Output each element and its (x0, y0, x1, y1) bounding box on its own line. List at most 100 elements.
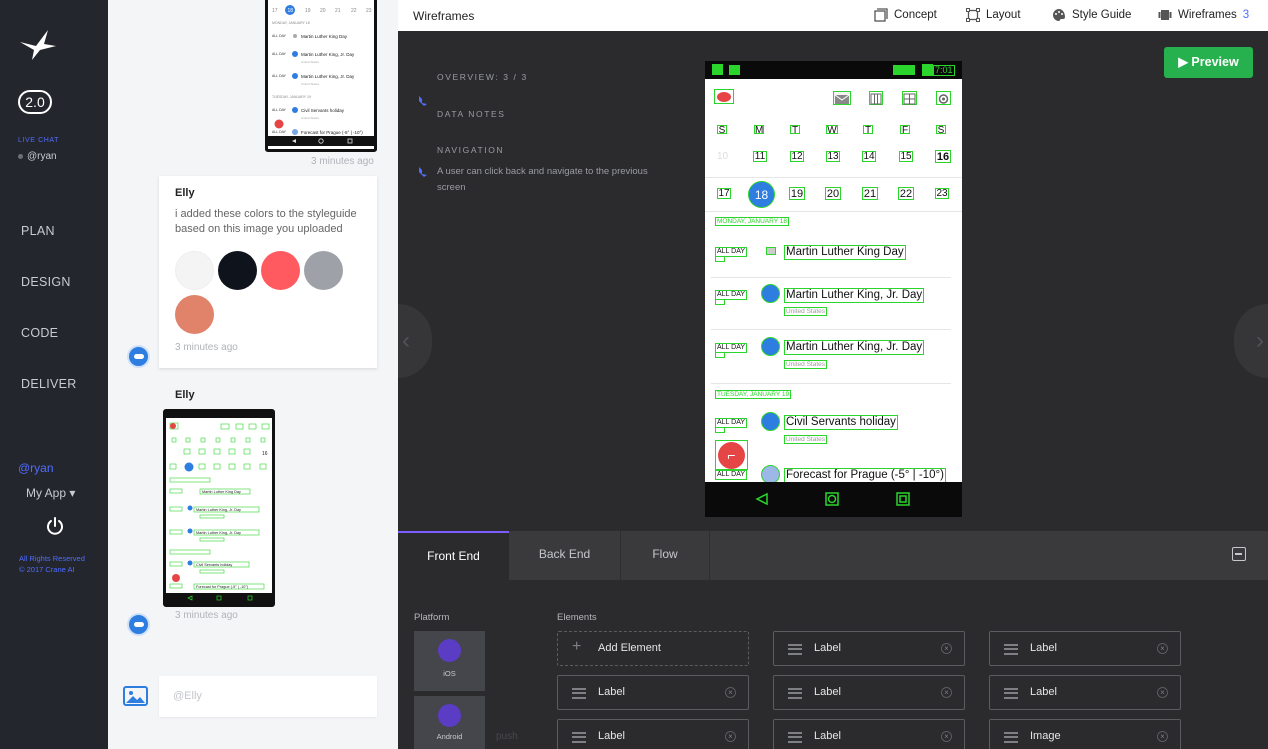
calendar-day[interactable]: 22 (898, 187, 914, 200)
message-text: i added these colors to the styleguide b… (175, 208, 357, 235)
event-title[interactable]: Martin Luther King, Jr. Day (784, 288, 925, 303)
element-item[interactable]: Label × (557, 675, 749, 710)
color-swatch[interactable] (175, 251, 214, 290)
elements-label: Elements (557, 612, 597, 623)
element-item[interactable]: Label × (989, 675, 1181, 710)
tab-wireframes[interactable]: Wireframes 3 (1158, 8, 1249, 22)
calendar-day[interactable]: 12 (790, 151, 804, 162)
remove-icon[interactable]: × (941, 687, 952, 698)
mail-icon[interactable] (833, 91, 851, 105)
color-swatch[interactable] (218, 251, 257, 290)
calendar-day[interactable]: 13 (826, 151, 840, 162)
pin-icon[interactable] (418, 95, 428, 107)
svg-text:18: 18 (288, 8, 294, 14)
home-icon[interactable] (825, 492, 839, 506)
svg-text:Civil Servants holiday: Civil Servants holiday (196, 563, 232, 567)
calendar-day[interactable]: 19 (789, 187, 805, 200)
preview-button[interactable]: ▶ Preview (1164, 47, 1253, 78)
remove-icon[interactable]: × (1157, 731, 1168, 742)
remove-icon[interactable]: × (1157, 643, 1168, 654)
overview-label: OVERVIEW: 3 / 3 (437, 72, 528, 82)
calendar-day[interactable]: 20 (825, 187, 841, 200)
back-icon[interactable] (755, 492, 769, 506)
element-item[interactable]: Label × (557, 719, 749, 749)
element-item[interactable]: Label × (773, 631, 965, 666)
drag-handle-icon[interactable] (572, 688, 586, 699)
app-selector[interactable]: My App ▾ (26, 486, 75, 500)
remove-icon[interactable]: × (725, 731, 736, 742)
drag-handle-icon[interactable] (1004, 644, 1018, 655)
app-icon-box[interactable] (714, 89, 734, 104)
calendar-day[interactable]: 16 (935, 150, 951, 163)
svg-text:ALL DAY: ALL DAY (272, 52, 287, 56)
power-icon[interactable] (46, 517, 64, 535)
calendar-day[interactable]: 15 (899, 151, 913, 162)
chat-bubble-icon[interactable] (127, 613, 150, 636)
platform-ios[interactable]: iOS (414, 631, 485, 691)
event-title[interactable]: Forecast for Prague (-5° | -10°) (784, 468, 946, 483)
calendar-day[interactable]: 14 (862, 151, 876, 162)
fab-button[interactable]: ⌐ (718, 442, 745, 469)
event-title[interactable]: Civil Servants holiday (784, 415, 898, 430)
drag-handle-icon[interactable] (1004, 732, 1018, 743)
drag-handle-icon[interactable] (788, 644, 802, 655)
tab-concept[interactable]: Concept (874, 8, 937, 22)
drag-handle-icon[interactable] (788, 732, 802, 743)
svg-text:Civil Servants holiday: Civil Servants holiday (301, 108, 345, 113)
platform-android[interactable]: Android (414, 696, 485, 749)
tab-style-guide[interactable]: Style Guide (1052, 8, 1131, 22)
remove-icon[interactable]: × (725, 687, 736, 698)
calendar-day[interactable]: 17 (717, 188, 731, 199)
crane-logo-icon[interactable] (18, 28, 58, 62)
drag-handle-icon[interactable] (1004, 688, 1018, 699)
add-element-button[interactable]: + Add Element (557, 631, 749, 666)
wireframe-thumbnail[interactable]: Martin Luther King Day Martin Luther Kin… (163, 409, 275, 607)
grid-icon[interactable] (902, 91, 917, 105)
calendar-day-selected[interactable]: 18 (748, 181, 775, 208)
tab-flow[interactable]: Flow (621, 531, 710, 580)
pin-icon[interactable] (418, 166, 428, 178)
columns-icon[interactable] (869, 91, 883, 105)
element-item[interactable]: Label × (773, 675, 965, 710)
remove-icon[interactable]: × (1157, 687, 1168, 698)
element-item[interactable]: Image × (989, 719, 1181, 749)
event-title[interactable]: Martin Luther King, Jr. Day (784, 340, 925, 355)
color-swatch[interactable] (261, 251, 300, 290)
tab-back-end[interactable]: Back End (509, 531, 621, 580)
day-header: TUESDAY, JANUARY 19 (715, 390, 792, 399)
collapse-icon[interactable] (1232, 547, 1246, 561)
calendar-day[interactable]: 21 (862, 187, 878, 200)
nav-plan[interactable]: PLAN (21, 224, 55, 238)
settings-icon[interactable] (936, 91, 951, 105)
color-swatch[interactable] (175, 295, 214, 334)
calendar-day[interactable]: 11 (753, 151, 767, 162)
nav-design[interactable]: DESIGN (21, 275, 71, 289)
wireframe-phone[interactable]: 7:01 S M T W T F S 10 11 12 13 14 15 16 (705, 61, 962, 517)
event-title[interactable]: Martin Luther King Day (784, 245, 906, 260)
event-tag-box (715, 256, 725, 262)
color-swatch[interactable] (304, 251, 343, 290)
prev-arrow-icon[interactable]: ‹ (398, 304, 432, 378)
remove-icon[interactable]: × (941, 731, 952, 742)
next-arrow-icon[interactable]: › (1234, 304, 1268, 378)
calendar-day[interactable]: 23 (935, 188, 949, 199)
tab-layout[interactable]: Layout (966, 8, 1021, 22)
recents-icon[interactable] (896, 492, 910, 506)
image-upload-icon[interactable] (123, 686, 148, 706)
drag-handle-icon[interactable] (788, 688, 802, 699)
calendar-day[interactable]: 10 (717, 151, 728, 162)
chat-input[interactable]: @Elly (159, 676, 377, 717)
element-item[interactable]: Label × (989, 631, 1181, 666)
drag-handle-icon[interactable] (572, 732, 586, 743)
chat-user[interactable]: @ryan (18, 151, 57, 162)
user-name[interactable]: @ryan (18, 461, 54, 475)
nav-deliver[interactable]: DELIVER (21, 377, 77, 391)
element-label: Label (598, 686, 625, 698)
nav-code[interactable]: CODE (21, 326, 58, 340)
remove-icon[interactable]: × (941, 643, 952, 654)
chat-bubble-icon[interactable] (127, 345, 150, 368)
tab-front-end[interactable]: Front End (398, 531, 509, 580)
element-item[interactable]: Label × (773, 719, 965, 749)
wireframe-thumbnail-top[interactable]: 17 18 19 20 21 22 23 MONDAY, JANUARY 18 ALL D… (265, 0, 377, 152)
svg-text:Forecast for Prague (-5° | -10: Forecast for Prague (-5° | -10°) (301, 130, 363, 135)
